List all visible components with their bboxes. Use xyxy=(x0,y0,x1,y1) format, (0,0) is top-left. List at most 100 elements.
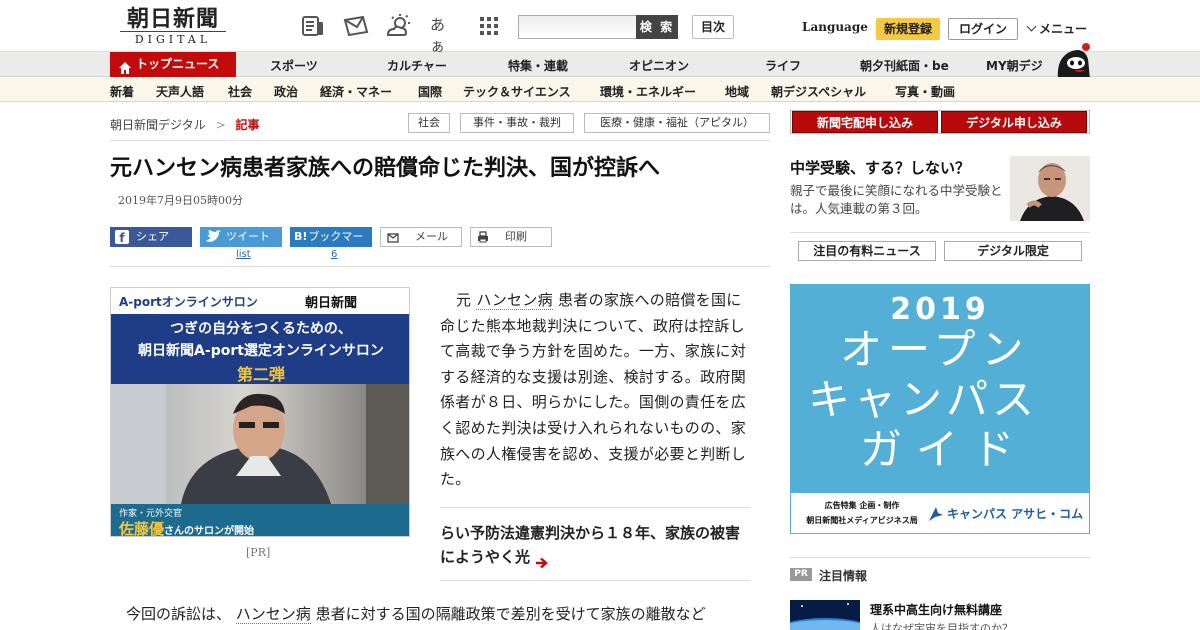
campus-guide-ad[interactable]: 2019 オープン キャンパス ガイド 広告特集 企画・制作 朝日新聞社メディア… xyxy=(790,284,1090,534)
nav-paper[interactable]: 朝夕刊紙面・be xyxy=(860,57,949,74)
home-icon xyxy=(119,58,131,74)
tag-incidents[interactable]: 事件・事故・裁判 xyxy=(460,113,574,133)
newspaper-subscribe-button[interactable]: 新聞宅配申し込み xyxy=(792,111,938,133)
article-body: 元 ハンセン病 患者の家族への賠償を国に命じた熊本地裁判決について、政府は控訴し… xyxy=(440,288,750,493)
twitter-share-label: ツイート xyxy=(226,230,270,243)
article-date: 2019年7月9日05時00分 xyxy=(118,194,243,207)
divider xyxy=(440,507,750,508)
arrow-right-icon xyxy=(535,552,549,569)
newspaper-icon[interactable] xyxy=(300,14,326,38)
ad-caption-line: 佐藤優さんのサロンが開始 xyxy=(119,518,255,537)
grid-icon[interactable] xyxy=(478,14,504,38)
ad-title-2: キャンパス xyxy=(808,375,1039,424)
login-button[interactable]: ログイン xyxy=(948,18,1018,40)
nav-culture[interactable]: カルチャー xyxy=(387,57,447,74)
nav-special[interactable]: 朝デジスペシャル xyxy=(771,83,866,100)
twitter-icon xyxy=(205,229,221,244)
pr-label: [PR] xyxy=(246,546,271,559)
ad-footer-brand: キャンパス アサヒ・コム xyxy=(947,507,1084,521)
nav-region[interactable]: 地域 xyxy=(725,83,749,100)
body-text: 患者の家族への賠償を国に命じた熊本地裁判決について、政府は控訴して高裁で争う方針… xyxy=(440,291,747,489)
divider xyxy=(110,140,770,141)
site-header: 朝日新聞 DIGITAL あぁ 検 索 目次 Language 新規登録 ログイ… xyxy=(0,0,1200,55)
nav-top-news-label: トップニュース xyxy=(136,57,220,71)
hatena-count[interactable]: 6 xyxy=(331,249,337,260)
ad-title-3: ガイド xyxy=(860,425,1029,474)
nav-photo-video[interactable]: 写真・動画 xyxy=(895,83,955,100)
nav-economy[interactable]: 経済・マネー xyxy=(320,83,392,100)
nav-environment[interactable]: 環境・エネルギー xyxy=(600,83,696,100)
keyword-link[interactable]: ハンセン病 xyxy=(476,291,553,310)
nav-life[interactable]: ライフ xyxy=(765,57,801,74)
weather-icon[interactable] xyxy=(386,14,412,38)
ad-title-1: オープン xyxy=(840,325,1030,374)
language-link[interactable]: Language xyxy=(802,20,868,34)
ad-footer-line1: 広告特集 企画・制作 xyxy=(824,501,900,510)
ad-line-2: 朝日新聞A-port選定オンラインサロン xyxy=(138,343,384,359)
logo[interactable]: 朝日新聞 xyxy=(120,6,226,32)
nav-top-news[interactable]: トップニュース xyxy=(110,52,236,77)
digital-subscribe-button[interactable]: デジタル申し込み xyxy=(941,111,1087,133)
ad-headline-band: つぎの自分をつくるための、 朝日新聞A-port選定オンラインサロン 第二弾 xyxy=(111,314,409,384)
mail-share-button[interactable]: メール xyxy=(380,227,462,247)
ad-caption-name: 佐藤優 xyxy=(119,520,165,537)
menu-button[interactable]: メニュー xyxy=(1026,20,1087,37)
nav-politics[interactable]: 政治 xyxy=(274,83,298,100)
section-label: 注目情報 xyxy=(819,569,868,583)
signup-button[interactable]: 新規登録 xyxy=(876,18,940,40)
mascot-icon[interactable] xyxy=(1054,43,1092,79)
promo-thumbnail[interactable] xyxy=(790,600,860,630)
nav-international[interactable]: 国際 xyxy=(418,83,442,100)
pr-tag: PR xyxy=(790,568,812,581)
toc-button[interactable]: 目次 xyxy=(692,15,734,39)
promo-banner-ad[interactable]: A-portオンラインサロン 朝日新聞 つぎの自分をつくるための、 朝日新聞A-… xyxy=(110,287,410,537)
logo-subtitle: DIGITAL xyxy=(120,31,226,46)
ad-line-1: つぎの自分をつくるための、 xyxy=(170,321,352,337)
tab-paid-news[interactable]: 注目の有料ニュース xyxy=(798,241,936,261)
feature-photo[interactable] xyxy=(1010,156,1090,221)
divider xyxy=(790,232,1090,233)
nav-latest[interactable]: 新着 xyxy=(110,83,134,100)
ad-footer-line2: 朝日新聞社メディアビジネス局 xyxy=(806,516,918,525)
mail-icon[interactable] xyxy=(343,14,369,38)
tag-society[interactable]: 社会 xyxy=(408,113,450,133)
hatena-bookmark-button[interactable]: B!ブックマーク xyxy=(290,227,372,263)
keyword-link-2[interactable]: ハンセン病 xyxy=(235,605,311,624)
ad-year: 2019 xyxy=(890,292,990,327)
facebook-icon: f xyxy=(115,230,129,245)
promo-title[interactable]: 理系中高生向け無料講座 xyxy=(870,601,1002,618)
printer-icon xyxy=(477,231,489,243)
font-size-icon[interactable]: あぁ xyxy=(430,14,456,55)
ad-brand-right: 朝日新聞 xyxy=(305,296,358,311)
breadcrumb-current: 記事 xyxy=(235,118,260,132)
print-button[interactable]: 印刷 xyxy=(470,227,552,247)
twitter-share-button[interactable]: ツイート xyxy=(200,227,282,247)
nav-my-asahi[interactable]: MY朝デジ xyxy=(986,57,1043,74)
search-input[interactable] xyxy=(518,15,638,39)
nav-tech-science[interactable]: テック＆サイエンス xyxy=(463,83,571,100)
feature-title[interactable]: 中学受験、する？しない？ xyxy=(790,157,970,178)
nav-features[interactable]: 特集・連載 xyxy=(508,57,568,74)
nav-tensei-jingo[interactable]: 天声人語 xyxy=(156,83,204,100)
facebook-share-button[interactable]: f シェア xyxy=(110,227,192,247)
body-prefix: 元 xyxy=(456,291,472,309)
tab-digital-only[interactable]: デジタル限定 xyxy=(944,241,1082,261)
breadcrumb-home[interactable]: 朝日新聞デジタル xyxy=(110,118,206,132)
envelope-icon xyxy=(387,231,399,243)
promo-subtitle: 人はなぜ宇宙を目指すのか？ xyxy=(870,622,1013,630)
related-article-link[interactable]: らい予防法違憲判決から１８年、家族の被害にようやく光 xyxy=(440,521,750,569)
ad-caption-rest: さんのサロンが開始 xyxy=(164,526,255,537)
facebook-share-label: シェア xyxy=(136,230,169,243)
tag-medical[interactable]: 医療・健康・福祉（アピタル） xyxy=(584,113,770,133)
search-button[interactable]: 検 索 xyxy=(636,15,678,39)
nav-society[interactable]: 社会 xyxy=(228,83,252,100)
ad-footer: 広告特集 企画・制作 朝日新聞社メディアビジネス局 キャンパス アサヒ・コム xyxy=(790,492,1090,534)
nav-opinion[interactable]: オピニオン xyxy=(629,57,689,74)
breadcrumb-separator: > xyxy=(215,118,226,132)
secondary-nav: 新着 天声人語 社会 政治 経済・マネー 国際 テック＆サイエンス 環境・エネル… xyxy=(0,77,1200,102)
nav-sports[interactable]: スポーツ xyxy=(270,57,318,74)
ad-brand-bar: A-portオンラインサロン 朝日新聞 xyxy=(111,288,409,314)
twitter-list-link[interactable]: list xyxy=(236,249,251,260)
campus-logo-icon xyxy=(927,505,945,523)
feature-description: 親子で最後に笑顔になれる中学受験とは。人気連載の第３回。 xyxy=(790,183,1003,216)
